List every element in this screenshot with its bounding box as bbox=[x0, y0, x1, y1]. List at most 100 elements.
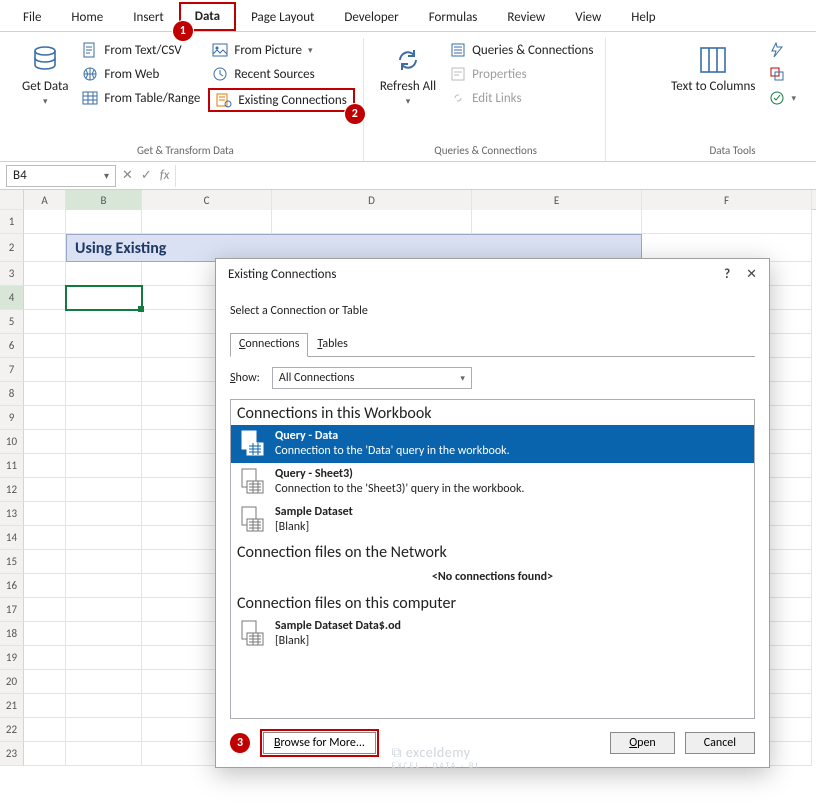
row-8[interactable]: 8 bbox=[0, 382, 24, 406]
connection-item-name: Query - Data bbox=[275, 429, 510, 444]
edit-links-label: Edit Links bbox=[472, 91, 521, 106]
tab-data-label: Data bbox=[195, 9, 220, 24]
browse-for-more-button[interactable]: Browse for More... bbox=[263, 732, 376, 754]
cancel-icon[interactable]: ✕ bbox=[122, 168, 133, 183]
row-5[interactable]: 5 bbox=[0, 310, 24, 334]
row-23[interactable]: 23 bbox=[0, 742, 24, 766]
row-7[interactable]: 7 bbox=[0, 358, 24, 382]
row-20[interactable]: 20 bbox=[0, 670, 24, 694]
connection-item-sample-dataset-od[interactable]: Sample Dataset Data$.od[Blank] bbox=[231, 615, 754, 653]
section-computer: Connection files on this computer bbox=[231, 590, 754, 615]
tab-home[interactable]: Home bbox=[56, 4, 118, 31]
show-dropdown[interactable]: All Connections ▾ bbox=[272, 367, 472, 389]
row-18[interactable]: 18 bbox=[0, 622, 24, 646]
dialog-subtitle: Select a Connection or Table bbox=[230, 298, 755, 332]
from-table-range-button[interactable]: From Table/Range bbox=[78, 88, 204, 108]
connection-file-icon bbox=[239, 467, 267, 495]
dialog-tab-tables[interactable]: Tables bbox=[308, 333, 356, 357]
connection-item-name: Sample Dataset Data$.od bbox=[275, 619, 401, 634]
chevron-down-icon: ▾ bbox=[460, 373, 465, 384]
col-E[interactable]: E bbox=[472, 190, 642, 210]
existing-connections-button[interactable]: Existing Connections 2 bbox=[208, 88, 354, 112]
row-4[interactable]: 4 bbox=[0, 286, 24, 310]
list-icon bbox=[450, 42, 466, 58]
row-15[interactable]: 15 bbox=[0, 550, 24, 574]
connection-list[interactable]: Connections in this Workbook Query - Dat… bbox=[230, 399, 755, 719]
chevron-down-icon: ▾ bbox=[308, 45, 313, 56]
tab-pagelayout[interactable]: Page Layout bbox=[236, 4, 329, 31]
row-16[interactable]: 16 bbox=[0, 574, 24, 598]
row-22[interactable]: 22 bbox=[0, 718, 24, 742]
row-6[interactable]: 6 bbox=[0, 334, 24, 358]
tab-developer[interactable]: Developer bbox=[329, 4, 413, 31]
connection-item-sample-dataset[interactable]: Sample Dataset[Blank] bbox=[231, 501, 754, 539]
existing-connections-label: Existing Connections bbox=[238, 93, 346, 108]
text-to-columns-button[interactable]: Text to Columns bbox=[665, 38, 761, 110]
columns-icon bbox=[695, 42, 731, 78]
row-14[interactable]: 14 bbox=[0, 526, 24, 550]
close-icon[interactable]: ✕ bbox=[746, 267, 757, 282]
data-validation-button[interactable]: ▾ bbox=[765, 88, 800, 108]
row-19[interactable]: 19 bbox=[0, 646, 24, 670]
connection-file-icon bbox=[239, 619, 267, 647]
open-button[interactable]: Open bbox=[610, 732, 675, 754]
dialog-title: Existing Connections bbox=[228, 267, 336, 282]
col-D[interactable]: D bbox=[272, 190, 472, 210]
refresh-all-button[interactable]: Refresh All ▾ bbox=[374, 38, 442, 111]
tab-data[interactable]: Data 1 bbox=[179, 2, 236, 31]
row-9[interactable]: 9 bbox=[0, 406, 24, 430]
properties-label: Properties bbox=[472, 67, 527, 82]
enter-icon[interactable]: ✓ bbox=[141, 168, 152, 183]
row-13[interactable]: 13 bbox=[0, 502, 24, 526]
dialog-tab-connections[interactable]: Connections bbox=[230, 333, 308, 357]
from-web-label: From Web bbox=[104, 67, 159, 82]
from-text-csv-label: From Text/CSV bbox=[104, 43, 181, 58]
row-11[interactable]: 11 bbox=[0, 454, 24, 478]
group-data-tools: Text to Columns ▾ Data Tools bbox=[657, 38, 808, 161]
chevron-down-icon[interactable]: ▾ bbox=[104, 169, 109, 182]
row-1[interactable]: 1 bbox=[0, 210, 24, 234]
formula-bar: B4 ▾ ✕ ✓ fx bbox=[0, 162, 816, 190]
tab-review[interactable]: Review bbox=[492, 4, 560, 31]
flash-fill-button[interactable] bbox=[765, 40, 800, 60]
globe-icon bbox=[82, 66, 98, 82]
remove-duplicates-button[interactable] bbox=[765, 64, 800, 84]
queries-connections-button[interactable]: Queries & Connections bbox=[446, 40, 597, 60]
row-2[interactable]: 2 bbox=[0, 234, 24, 262]
col-F[interactable]: F bbox=[642, 190, 812, 210]
tab-formulas[interactable]: Formulas bbox=[414, 4, 493, 31]
fx-icon[interactable]: fx bbox=[160, 168, 170, 183]
tab-help[interactable]: Help bbox=[616, 4, 670, 31]
name-box[interactable]: B4 ▾ bbox=[6, 165, 116, 187]
connection-item-desc: Connection to the 'Data' query in the wo… bbox=[275, 444, 510, 459]
from-web-button[interactable]: From Web bbox=[78, 64, 204, 84]
show-dropdown-value: All Connections bbox=[279, 371, 355, 385]
get-data-button[interactable]: Get Data ▾ bbox=[16, 38, 74, 114]
tab-insert[interactable]: Insert bbox=[118, 4, 179, 31]
col-B[interactable]: B bbox=[66, 190, 142, 210]
link-icon bbox=[450, 90, 466, 106]
row-21[interactable]: 21 bbox=[0, 694, 24, 718]
row-12[interactable]: 12 bbox=[0, 478, 24, 502]
row-3[interactable]: 3 bbox=[0, 262, 24, 286]
existing-connections-dialog: Existing Connections ? ✕ Select a Connec… bbox=[215, 258, 770, 768]
col-A[interactable]: A bbox=[24, 190, 66, 210]
tab-view[interactable]: View bbox=[560, 4, 616, 31]
cell-B4[interactable] bbox=[66, 286, 142, 310]
clock-icon bbox=[212, 66, 228, 82]
name-box-value: B4 bbox=[13, 168, 27, 183]
connection-item-query-sheet3[interactable]: Query - Sheet3)Connection to the 'Sheet3… bbox=[231, 463, 754, 501]
help-icon[interactable]: ? bbox=[724, 267, 730, 282]
from-text-csv-button[interactable]: From Text/CSV bbox=[78, 40, 204, 60]
badge-2: 2 bbox=[345, 104, 365, 124]
recent-sources-button[interactable]: Recent Sources bbox=[208, 64, 354, 84]
row-17[interactable]: 17 bbox=[0, 598, 24, 622]
col-C[interactable]: C bbox=[142, 190, 272, 210]
connection-item-query-data[interactable]: Query - DataConnection to the 'Data' que… bbox=[231, 425, 754, 463]
cancel-button[interactable]: Cancel bbox=[685, 732, 755, 754]
select-all-corner[interactable] bbox=[0, 190, 24, 210]
tab-file[interactable]: File bbox=[8, 4, 56, 31]
from-picture-button[interactable]: From Picture ▾ bbox=[208, 40, 354, 60]
group-queries-connections: Refresh All ▾ Queries & Connections Prop… bbox=[366, 38, 607, 161]
row-10[interactable]: 10 bbox=[0, 430, 24, 454]
